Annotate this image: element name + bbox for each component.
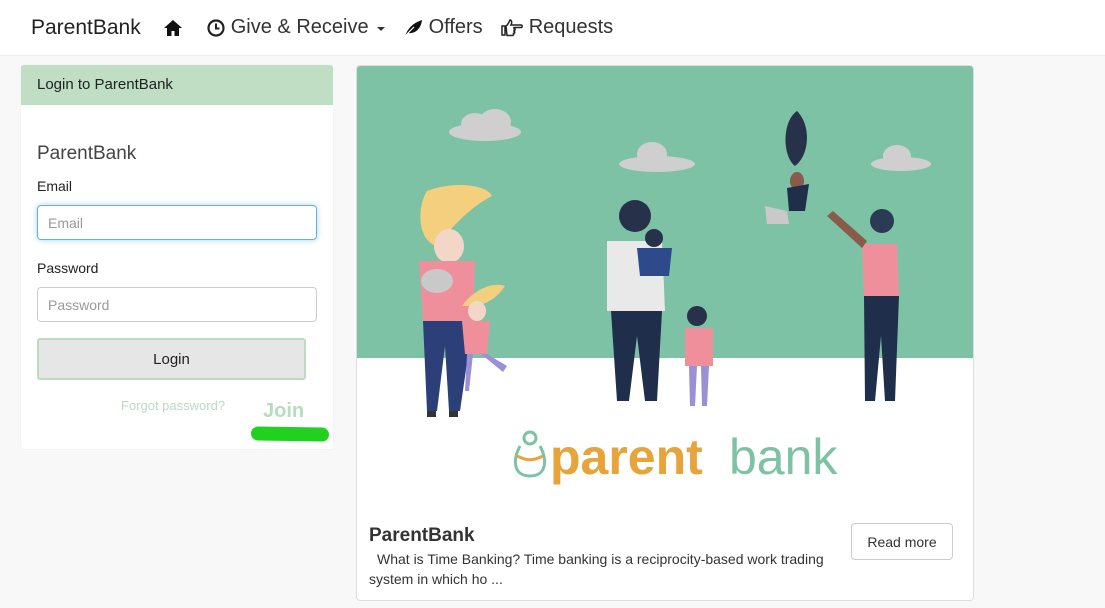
requests-link[interactable]: Requests — [500, 16, 614, 39]
offers-link[interactable]: Offers — [403, 16, 483, 39]
leaf-icon — [404, 19, 422, 36]
top-navbar: ParentBank Give & Receive Offers Request… — [0, 0, 1105, 56]
requests-label: Requests — [528, 16, 614, 38]
logo-text-parent: parent — [550, 429, 703, 485]
logo-text-bank: bank — [729, 429, 838, 485]
offers-label: Offers — [428, 16, 483, 38]
read-more-button[interactable]: Read more — [851, 523, 953, 560]
home-icon — [163, 19, 182, 36]
join-link[interactable]: Join — [263, 400, 304, 423]
feature-card: parent bank ParentBank What is Time Bank… — [356, 65, 974, 601]
password-field[interactable] — [37, 287, 317, 322]
give-receive-dropdown[interactable]: Give & Receive — [207, 16, 385, 39]
hero-illustration: parent bank — [357, 66, 973, 506]
join-highlight-mark — [250, 426, 330, 442]
chevron-down-icon — [376, 27, 385, 31]
forgot-password-link[interactable]: Forgot password? — [121, 398, 225, 413]
login-form: ParentBank Email Password Login Forgot p… — [21, 105, 333, 430]
email-field[interactable] — [37, 205, 317, 240]
login-panel: Login to ParentBank ParentBank Email Pas… — [21, 65, 333, 449]
login-button[interactable]: Login — [37, 338, 306, 380]
password-label: Password — [37, 260, 99, 276]
card-description: What is Time Banking? Time banking is a … — [369, 551, 824, 587]
card-title: ParentBank — [369, 525, 475, 546]
parentbank-logo: parent bank — [513, 429, 838, 485]
clock-icon — [207, 18, 225, 37]
login-title: ParentBank — [37, 143, 137, 164]
email-label: Email — [37, 178, 73, 194]
home-link[interactable] — [163, 19, 189, 37]
hand-point-right-icon — [500, 18, 523, 36]
give-receive-label: Give & Receive — [230, 16, 369, 38]
brand-link[interactable]: ParentBank — [31, 16, 141, 40]
login-panel-header: Login to ParentBank — [21, 65, 333, 105]
